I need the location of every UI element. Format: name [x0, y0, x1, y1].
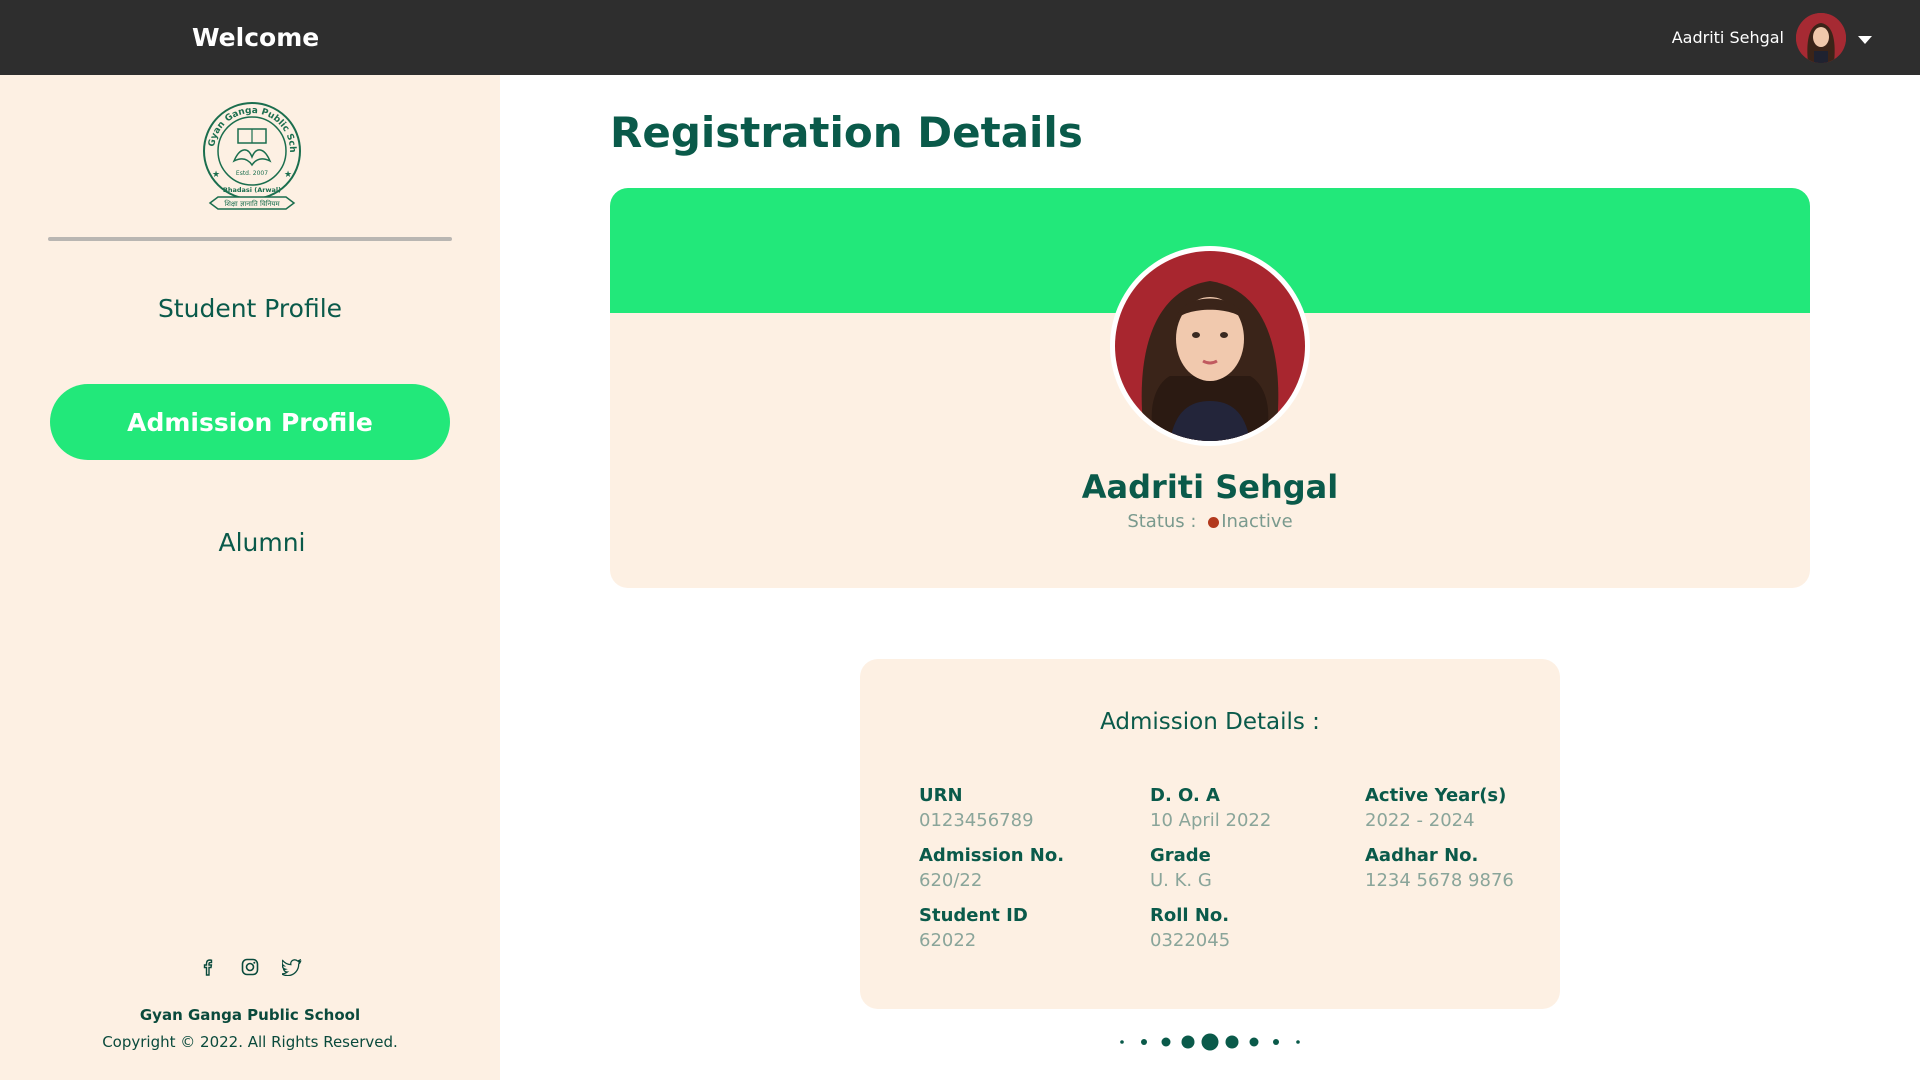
field-value: 1234 5678 9876 — [1365, 870, 1514, 891]
sidebar-item-label: Student Profile — [157, 293, 343, 323]
field-value: U. K. G — [1150, 870, 1212, 891]
social-links — [0, 957, 500, 977]
admission-details-card: Admission Details : URN 0123456789 D. O.… — [860, 659, 1560, 1009]
field-active-years: Active Year(s) 2022 - 2024 — [1365, 785, 1506, 831]
field-value: 0322045 — [1150, 930, 1231, 951]
field-grade: Grade U. K. G — [1150, 845, 1212, 891]
field-aadhar-no: Aadhar No. 1234 5678 9876 — [1365, 845, 1514, 891]
svg-text:Gyan Ganga Public School: Gyan Ganga Public School — [200, 99, 297, 153]
welcome-title: Welcome — [192, 23, 320, 52]
field-urn: URN 0123456789 — [919, 785, 1034, 831]
field-label: Student ID — [919, 905, 1028, 926]
status-dot — [1208, 516, 1220, 528]
top-bar: Welcome Aadriti Sehgal — [0, 0, 1920, 75]
sidebar: Gyan Ganga Public School Estd. 2007 Bhad… — [0, 75, 500, 1080]
status-badge: Inactive — [1221, 511, 1293, 532]
svg-text:Estd. 2007: Estd. 2007 — [236, 170, 268, 177]
field-student-id: Student ID 62022 — [919, 905, 1028, 951]
field-label: D. O. A — [1150, 785, 1220, 806]
page-title: Registration Details — [610, 108, 1083, 157]
avatar[interactable] — [1796, 12, 1846, 63]
svg-text:★: ★ — [284, 170, 292, 180]
facebook-icon[interactable] — [198, 957, 218, 977]
student-name: Aadriti Sehgal — [1081, 468, 1339, 506]
field-label: Grade — [1150, 845, 1211, 866]
user-name: Aadriti Sehgal — [1671, 28, 1784, 47]
field-value: 10 April 2022 — [1150, 810, 1272, 831]
field-roll-no: Roll No. 0322045 — [1150, 905, 1230, 951]
field-label: Roll No. — [1150, 905, 1230, 926]
user-menu[interactable]: Aadriti Sehgal — [1671, 12, 1872, 63]
sidebar-item-label: Alumni — [218, 527, 306, 557]
admission-details-title: Admission Details : — [1100, 709, 1320, 735]
field-value: 620/22 — [919, 870, 983, 891]
field-admission-no: Admission No. 620/22 — [919, 845, 1064, 891]
field-label: Admission No. — [919, 845, 1065, 866]
twitter-icon[interactable] — [282, 957, 302, 977]
footer-copyright: Copyright © 2022. All Rights Reserved. — [102, 1033, 398, 1051]
field-value: 0123456789 — [919, 810, 1034, 831]
field-label: Active Year(s) — [1365, 785, 1507, 806]
svg-text:Bhadasi (Arwal): Bhadasi (Arwal) — [223, 186, 281, 194]
svg-text:शिक्षा ज्ञानाति विनियम: शिक्षा ज्ञानाति विनियम — [224, 199, 280, 208]
sidebar-item-admission-profile[interactable]: Admission Profile — [50, 384, 450, 460]
field-label: URN — [919, 785, 963, 806]
sidebar-divider — [48, 237, 452, 241]
instagram-icon[interactable] — [240, 957, 260, 977]
field-value: 2022 - 2024 — [1365, 810, 1475, 831]
status-label: Status : — [1127, 511, 1197, 532]
svg-text:★: ★ — [212, 170, 220, 180]
field-label: Aadhar No. — [1365, 845, 1479, 866]
student-photo — [1110, 246, 1310, 446]
footer-school-name: Gyan Ganga Public School — [139, 1006, 361, 1024]
loading-spinner-icon — [1120, 1033, 1300, 1051]
profile-card: Aadriti Sehgal Status : Inactive — [610, 188, 1810, 588]
sidebar-item-student-profile[interactable]: Student Profile — [50, 270, 450, 346]
field-value: 62022 — [919, 930, 977, 951]
field-doa: D. O. A 10 April 2022 — [1150, 785, 1271, 831]
chevron-down-icon[interactable] — [1858, 35, 1872, 44]
sidebar-item-label: Admission Profile — [127, 407, 373, 437]
sidebar-item-alumni[interactable]: Alumni — [62, 504, 462, 580]
school-logo: Gyan Ganga Public School Estd. 2007 Bhad… — [200, 99, 301, 210]
status-line: Status : Inactive — [610, 511, 1810, 532]
